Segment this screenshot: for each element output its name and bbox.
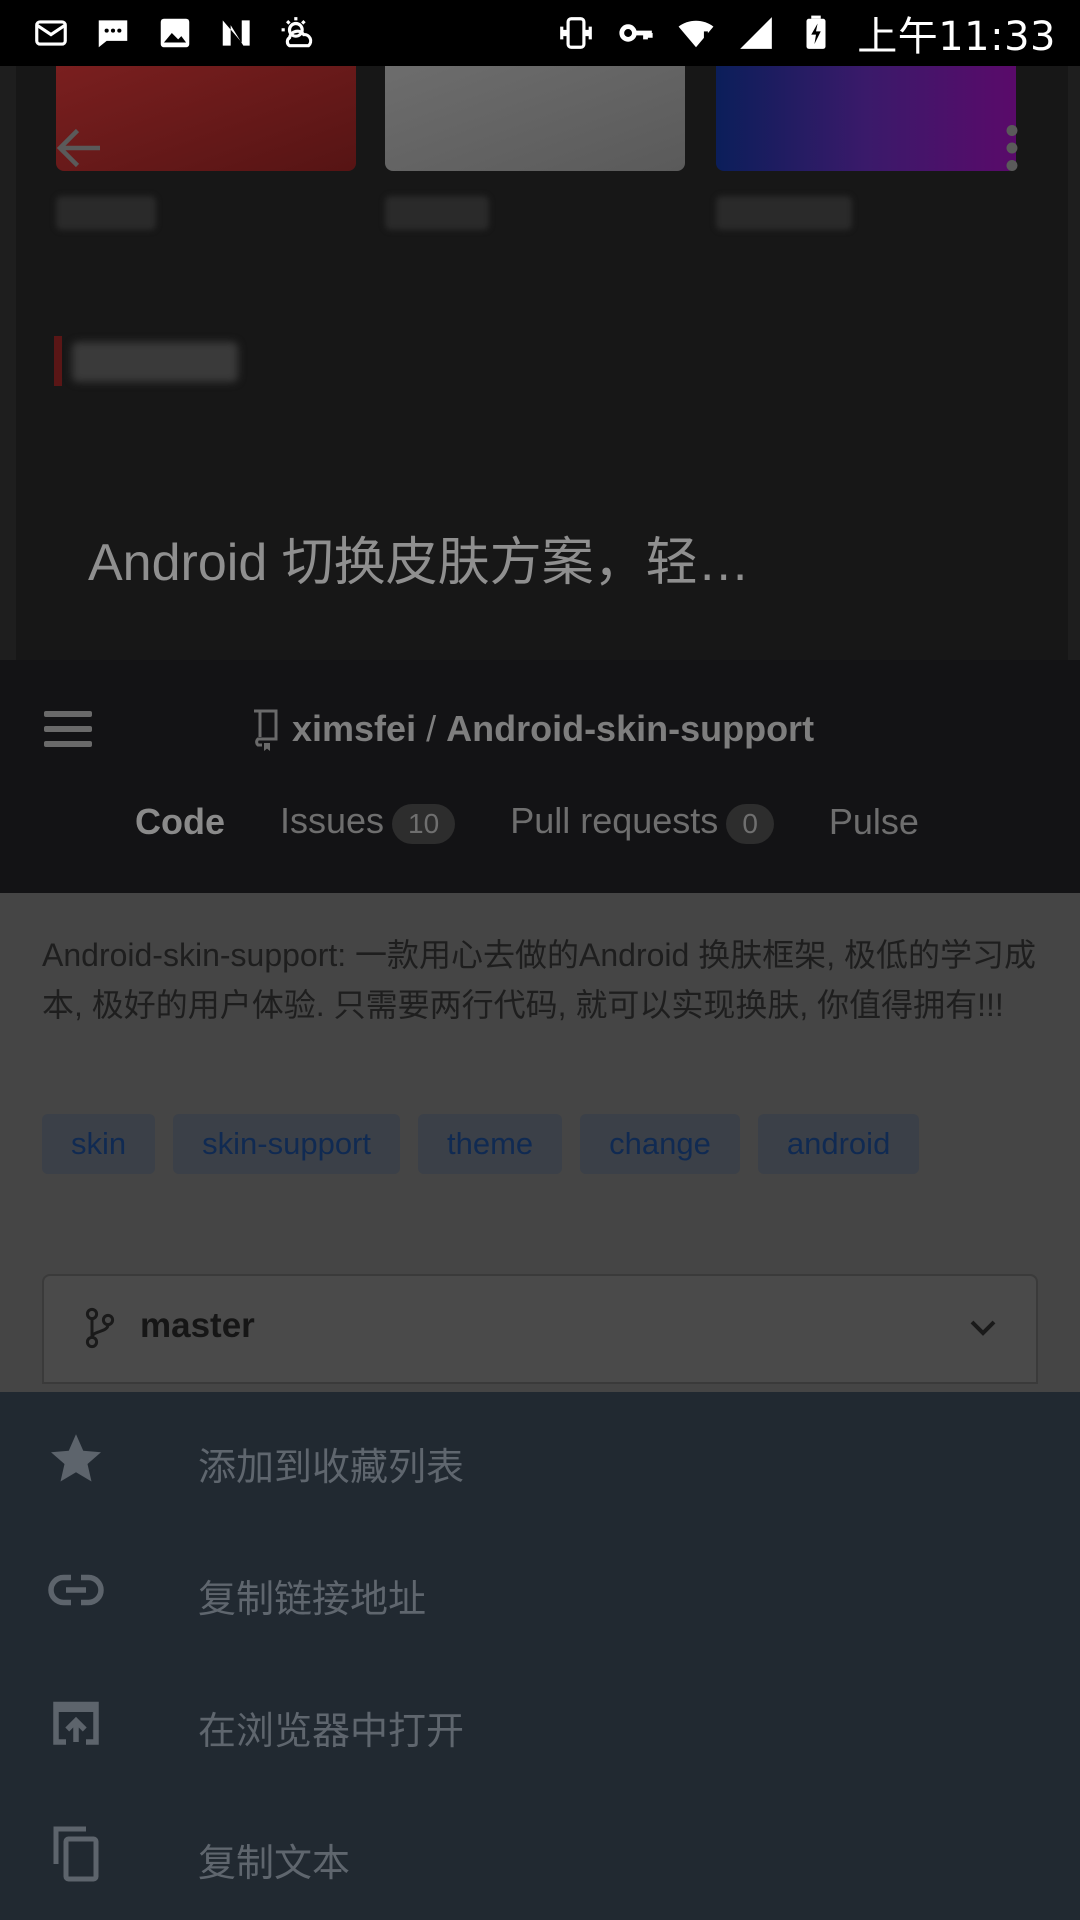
signal-icon bbox=[740, 17, 773, 49]
issues-count-badge: 10 bbox=[392, 804, 456, 844]
blurred-section-title bbox=[72, 342, 238, 382]
section-accent-bar bbox=[54, 336, 62, 386]
branch-selector[interactable]: master bbox=[42, 1274, 1038, 1382]
more-vert-icon[interactable] bbox=[1000, 118, 1024, 178]
battery-charging-icon bbox=[806, 15, 826, 49]
topic-tag[interactable]: change bbox=[580, 1114, 740, 1174]
vibrate-icon bbox=[560, 17, 593, 49]
mail-icon bbox=[35, 20, 67, 46]
tab-pull-requests-label: Pull requests bbox=[510, 800, 719, 841]
add-to-favorites-item[interactable]: 添加到收藏列表 bbox=[0, 1392, 1080, 1524]
git-branch-icon bbox=[85, 1307, 115, 1349]
link-icon bbox=[48, 1574, 104, 1606]
repo-description: Android-skin-support: 一款用心去做的Android 换肤框… bbox=[42, 937, 1037, 1023]
github-header bbox=[0, 660, 1080, 893]
message-icon bbox=[98, 20, 128, 48]
repo-owner-link[interactable]: ximsfei bbox=[292, 708, 416, 750]
topic-tag[interactable]: skin-support bbox=[173, 1114, 400, 1174]
tab-issues[interactable]: Issues 10 bbox=[280, 800, 456, 844]
divider bbox=[42, 1382, 1038, 1384]
copy-link-item[interactable]: 复制链接地址 bbox=[0, 1524, 1080, 1656]
n-app-icon bbox=[222, 20, 250, 46]
app-preview: Android 切换皮肤方案，轻… bbox=[0, 66, 1080, 660]
preview-left-edge bbox=[0, 66, 16, 660]
copy-link-label: 复制链接地址 bbox=[198, 1579, 427, 1621]
copy-icon bbox=[53, 1826, 99, 1882]
preview-title: Android 切换皮肤方案，轻… bbox=[88, 534, 750, 592]
menu-icon[interactable] bbox=[40, 705, 96, 753]
repo-tabs: Code Issues 10 Pull requests 0 Pulse bbox=[135, 800, 919, 844]
tab-pull-requests[interactable]: Pull requests 0 bbox=[510, 800, 774, 844]
blurred-label bbox=[56, 196, 156, 230]
copy-text-item[interactable]: 复制文本 bbox=[0, 1788, 1080, 1920]
topic-tag[interactable]: theme bbox=[418, 1114, 563, 1174]
back-arrow-icon[interactable] bbox=[50, 118, 110, 178]
pull-requests-count-badge: 0 bbox=[726, 804, 774, 844]
chevron-down-icon bbox=[970, 1320, 996, 1336]
branch-name: master bbox=[140, 1306, 255, 1345]
status-time: 上午11:33 bbox=[857, 14, 1056, 60]
swatch-white bbox=[385, 66, 685, 171]
repo-name-link[interactable]: Android-skin-support bbox=[446, 708, 814, 750]
star-icon bbox=[51, 1434, 101, 1482]
copy-text-label: 复制文本 bbox=[198, 1843, 351, 1885]
tab-pulse[interactable]: Pulse bbox=[829, 801, 919, 843]
open-in-browser-label: 在浏览器中打开 bbox=[198, 1711, 465, 1753]
action-bottom-sheet: 添加到收藏列表 复制链接地址 在浏览器中打开 复制文本 bbox=[0, 1392, 1080, 1920]
blurred-label bbox=[716, 196, 852, 230]
tab-issues-label: Issues bbox=[280, 800, 385, 841]
blurred-label bbox=[385, 196, 489, 230]
wifi-alert-icon bbox=[678, 20, 714, 48]
topic-tag[interactable]: skin bbox=[42, 1114, 156, 1174]
repo-icon bbox=[254, 709, 278, 751]
open-in-browser-item[interactable]: 在浏览器中打开 bbox=[0, 1656, 1080, 1788]
open-in-browser-icon bbox=[53, 1701, 99, 1745]
repo-breadcrumb: ximsfei / Android-skin-support bbox=[250, 704, 814, 754]
weather-icon bbox=[281, 17, 313, 48]
image-icon bbox=[160, 18, 190, 48]
swatch-gradient bbox=[716, 66, 1016, 171]
status-bar: 上午11:33 bbox=[0, 0, 1080, 66]
topic-list: skin skin-support theme change android bbox=[42, 1114, 920, 1174]
tab-code[interactable]: Code bbox=[135, 801, 225, 843]
preview-right-edge bbox=[1068, 66, 1080, 660]
repo-separator: / bbox=[426, 708, 437, 749]
vpn-key-icon bbox=[619, 24, 653, 42]
add-to-favorites-label: 添加到收藏列表 bbox=[198, 1447, 465, 1489]
topic-tag[interactable]: android bbox=[757, 1114, 920, 1174]
